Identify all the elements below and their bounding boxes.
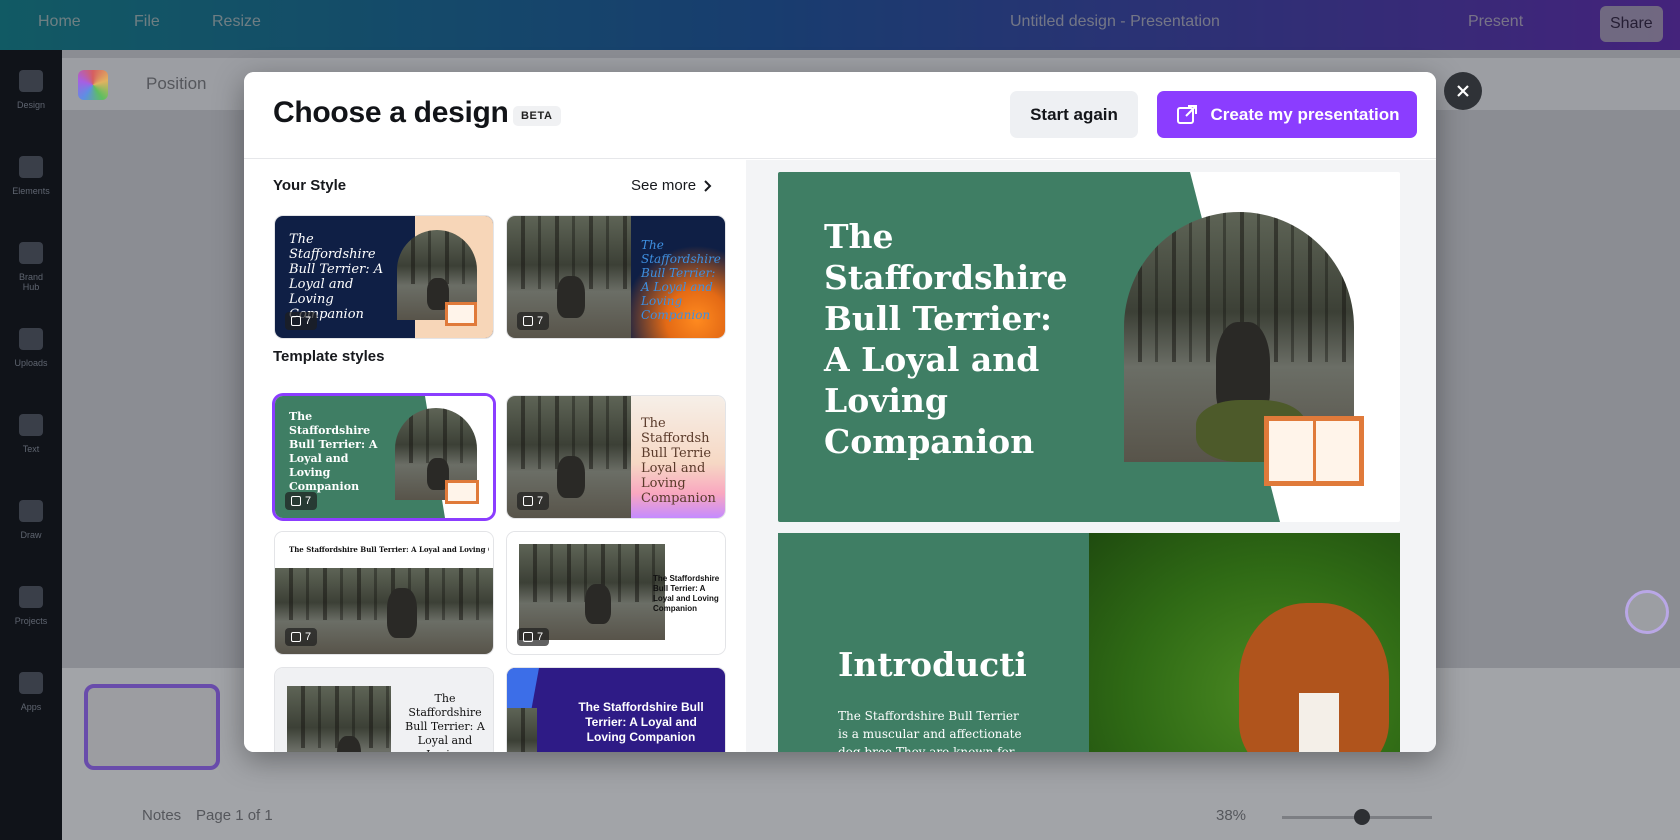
document-title[interactable]: Untitled design - Presentation [1010, 13, 1220, 31]
card-title: The Staffordshire Bull Terrier: A Loyal … [578, 700, 704, 744]
book-icon [445, 480, 479, 504]
brand-icon [19, 242, 43, 264]
rail-item-brand[interactable]: Brand Hub [12, 242, 50, 302]
dog-photo [287, 686, 391, 752]
rail-item-design[interactable]: Design [12, 70, 50, 130]
dog-photo [1089, 533, 1400, 752]
open-external-icon [1176, 104, 1197, 124]
text-icon [19, 414, 43, 436]
create-presentation-label: Create my presentation [1210, 104, 1400, 124]
slide-title: The Staffordshire Bull Terrier: A Loyal … [824, 217, 1068, 461]
card-title: The Staffordsh Bull Terrie Loyal and Lov… [641, 416, 716, 506]
dog-photo [519, 544, 665, 640]
modal-title: Choose a design [273, 96, 509, 129]
template-card-5[interactable]: The Staffordshire Bull Terrier: A Loyal … [275, 668, 493, 752]
close-modal-button[interactable] [1444, 72, 1482, 110]
file-menu[interactable]: File [134, 13, 160, 31]
pages-icon [523, 496, 533, 506]
card-title: The Staffordshire Bull Terrier: A Loyal … [653, 574, 720, 613]
pages-icon [523, 632, 533, 642]
template-card-6[interactable]: The Staffordshire Bull Terrier: A Loyal … [507, 668, 725, 752]
start-again-button[interactable]: Start again [1010, 91, 1138, 138]
card-title: The Staffordshire Bull Terrier: A Loyal … [289, 410, 378, 493]
rail-item-draw[interactable]: Draw [12, 500, 50, 560]
template-card-4[interactable]: The Staffordshire Bull Terrier: A Loyal … [507, 532, 725, 654]
modal-header: Choose a design BETA Start again Create … [244, 72, 1436, 159]
upload-icon [19, 328, 43, 350]
pages-icon [291, 496, 301, 506]
left-rail: Design Elements Brand Hub Uploads Text D… [0, 50, 62, 840]
page-count-badge: 7 [285, 312, 318, 330]
page-indicator: Page 1 of 1 [196, 807, 273, 824]
card-title: The Staffordshire Bull Terrier: A Loyal … [289, 545, 489, 554]
see-more-link[interactable]: See more [631, 177, 712, 194]
zoom-slider-handle[interactable] [1354, 809, 1370, 825]
design-icon [19, 70, 43, 92]
page-count-badge: 7 [517, 492, 550, 510]
your-style-card-2[interactable]: The Staffordshire Bull Terrier: A Loyal … [507, 216, 725, 338]
app-topbar: Home File Resize Untitled design - Prese… [0, 0, 1680, 50]
elements-icon [19, 156, 43, 178]
page-count-badge: 7 [517, 628, 550, 646]
styles-pane[interactable]: Your Style See more The Staffordshire Bu… [244, 160, 746, 752]
choose-design-modal: Choose a design BETA Start again Create … [244, 72, 1436, 752]
color-icon[interactable] [78, 70, 108, 100]
preview-slide-2: Introductio The Staffordshire Bull Terri… [778, 533, 1400, 752]
draw-icon [19, 500, 43, 522]
present-button[interactable]: Present [1468, 13, 1523, 31]
zoom-level: 38% [1216, 807, 1247, 824]
see-more-label: See more [631, 177, 697, 194]
preview-pane[interactable]: The Staffordshire Bull Terrier: A Loyal … [746, 160, 1436, 752]
slide-heading: Introductio [838, 645, 1026, 684]
create-presentation-button[interactable]: Create my presentation [1157, 91, 1417, 138]
template-card-2[interactable]: The Staffordsh Bull Terrie Loyal and Lov… [507, 396, 725, 518]
rail-item-apps[interactable]: Apps [12, 672, 50, 732]
position-button[interactable]: Position [146, 74, 206, 94]
apps-icon [19, 672, 43, 694]
template-card-1[interactable]: The Staffordshire Bull Terrier: A Loyal … [275, 396, 493, 518]
assistant-icon[interactable] [1625, 590, 1669, 634]
close-icon [1457, 85, 1469, 97]
folder-icon [19, 586, 43, 608]
rail-item-text[interactable]: Text [12, 414, 50, 474]
dog-photo [507, 708, 537, 752]
beta-badge: BETA [513, 106, 561, 126]
pages-icon [291, 632, 301, 642]
your-style-heading: Your Style [273, 177, 347, 194]
card-title: The Staffordshire Bull Terrier: A Loyal … [405, 692, 485, 752]
book-icon [1264, 416, 1364, 486]
page-count-badge: 7 [285, 492, 318, 510]
page-count-badge: 7 [517, 312, 550, 330]
rail-item-elements[interactable]: Elements [12, 156, 50, 216]
your-style-card-1[interactable]: The Staffordshire Bull Terrier: A Loyal … [275, 216, 493, 338]
status-bar: Notes Page 1 of 1 38% [62, 795, 1680, 840]
share-button[interactable]: Share [1600, 6, 1663, 42]
card-title: The Staffordshire Bull Terrier: A Loyal … [641, 238, 721, 322]
chevron-right-icon [704, 179, 712, 192]
template-styles-heading: Template styles [273, 348, 385, 365]
pages-icon [523, 316, 533, 326]
rail-item-uploads[interactable]: Uploads [12, 328, 50, 388]
home-menu[interactable]: Home [38, 13, 81, 31]
preview-slide-1: The Staffordshire Bull Terrier: A Loyal … [778, 172, 1400, 522]
page-count-badge: 7 [285, 628, 318, 646]
notes-button[interactable]: Notes [142, 807, 181, 824]
page-thumbnail[interactable] [84, 684, 220, 770]
slide-body: The Staffordshire Bull Terrier is a musc… [838, 709, 1022, 752]
template-card-3[interactable]: The Staffordshire Bull Terrier: A Loyal … [275, 532, 493, 654]
resize-menu[interactable]: Resize [212, 13, 261, 31]
book-icon [445, 302, 477, 326]
rail-item-projects[interactable]: Projects [12, 586, 50, 646]
pages-icon [291, 316, 301, 326]
card-title: The Staffordshire Bull Terrier: A Loyal … [289, 232, 384, 322]
